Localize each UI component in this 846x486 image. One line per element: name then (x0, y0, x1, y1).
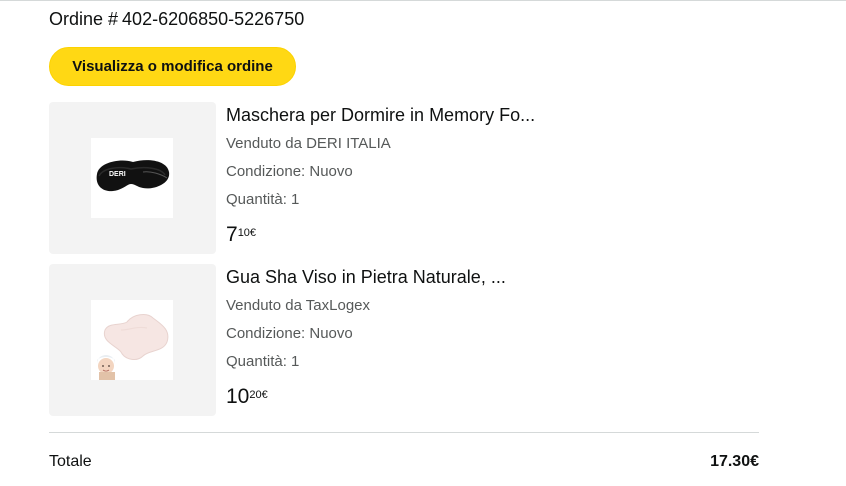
order-number: Ordine #402-6206850-5226750 (49, 8, 304, 30)
order-number-value: 402-6206850-5226750 (122, 9, 305, 29)
product-price: 710€ (226, 223, 766, 247)
product-quantity: Quantità: 1 (226, 353, 300, 370)
product-details: Gua Sha Viso in Pietra Naturale, ... Ven… (226, 264, 766, 409)
total-value: 17.30€ (710, 453, 759, 470)
product-price: 1020€ (226, 385, 766, 409)
product-quantity: Quantità: 1 (226, 191, 300, 208)
order-number-label: Ordine # (49, 9, 119, 29)
product-details: Maschera per Dormire in Memory Fo... Ven… (226, 102, 766, 247)
total-label: Totale (49, 453, 92, 470)
svg-text:DERI: DERI (109, 171, 126, 178)
product-condition: Condizione: Nuovo (226, 325, 353, 342)
product-condition: Condizione: Nuovo (226, 163, 353, 180)
price-whole: 10 (226, 385, 250, 408)
product-seller: Venduto da TaxLogex (226, 297, 371, 314)
order-card: Ordine #402-6206850-5226750 Visualizza o… (0, 0, 846, 486)
product-title[interactable]: Maschera per Dormire in Memory Fo... (226, 104, 766, 126)
product-seller: Venduto da DERI ITALIA (226, 135, 391, 152)
summary-divider (49, 432, 759, 433)
gua-sha-image[interactable] (91, 300, 173, 380)
view-edit-order-button[interactable]: Visualizza o modifica ordine (49, 47, 296, 86)
price-fraction: 10€ (237, 227, 257, 239)
product-title[interactable]: Gua Sha Viso in Pietra Naturale, ... (226, 266, 766, 288)
price-whole: 7 (226, 223, 238, 246)
price-fraction: 20€ (249, 389, 268, 401)
top-divider (0, 0, 846, 3)
product-thumbnail[interactable]: DERI (49, 102, 216, 254)
sleep-mask-image[interactable]: DERI (91, 138, 173, 218)
product-thumbnail[interactable] (49, 264, 216, 416)
